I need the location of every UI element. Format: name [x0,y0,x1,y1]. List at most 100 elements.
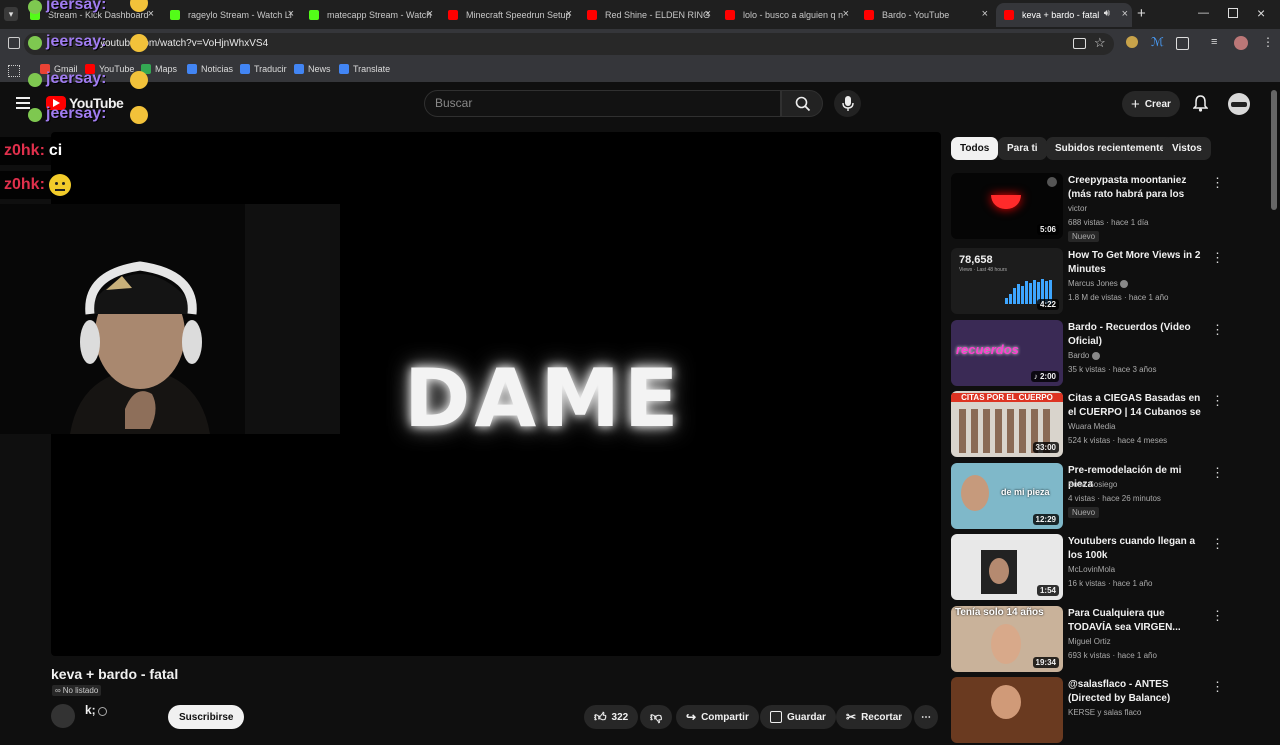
close-tab-icon[interactable]: × [705,8,711,20]
recommended-video[interactable]: de mi pieza 12:29 Pre-remodelación de mi… [951,463,1271,531]
video-thumbnail[interactable]: CITAS POR EL CUERPO 33:00 [951,391,1063,457]
video-thumbnail[interactable]: 1:54 [951,534,1063,600]
video-title[interactable]: Youtubers cuando llegan a los 100k [1068,535,1203,563]
channel-name[interactable]: victor [1068,204,1087,213]
video-thumbnail[interactable]: 78,658 Views · Last 48 hours 4:22 [951,248,1063,314]
notifications-bell-icon[interactable] [1192,95,1209,117]
like-button[interactable]: 👍︎ 322 [584,705,639,729]
chip-subidos-recientemente[interactable]: Subidos recientemente [1046,137,1175,160]
close-tab-icon[interactable]: × [982,8,988,20]
close-tab-icon[interactable]: × [843,8,849,20]
profile-avatar-icon[interactable] [1234,36,1248,50]
more-actions-icon[interactable]: ⋮ [1211,322,1224,338]
save-button[interactable]: Guardar [760,705,836,729]
more-actions-icon[interactable]: ⋮ [1211,679,1224,695]
video-title[interactable]: Creepypasta moontaniez (más rato habrá p… [1068,174,1203,202]
clip-button[interactable]: ✂︎ Recortar [836,705,913,729]
video-thumbnail[interactable]: 5:06 [951,173,1063,239]
new-tab-button[interactable]: + [1137,5,1146,22]
browser-menu-icon[interactable]: ⋮ [1262,35,1274,49]
more-actions-icon[interactable]: ⋮ [1211,175,1224,191]
bookmark-translate[interactable]: Translate [339,64,390,74]
minimize-window-icon[interactable]: — [1198,7,1209,19]
browser-tab[interactable]: Bardo - YouTube × [864,3,992,27]
chip-vistos[interactable]: Vistos [1163,137,1211,160]
video-title[interactable]: How To Get More Views in 2 Minutes [1068,249,1203,277]
bookmark-noticias[interactable]: Noticias [187,64,233,74]
dislike-button[interactable]: 👎︎ [640,705,673,729]
close-tab-icon[interactable]: × [148,8,154,20]
browser-tab[interactable]: lolo - busco a alguien q n × [725,3,853,27]
bookmark-news[interactable]: News [294,64,331,74]
browser-tab[interactable]: Minecraft Speedrun Setup × [448,3,576,27]
close-tab-icon[interactable]: × [1122,8,1128,20]
bookmark-star-icon[interactable]: ☆ [1094,35,1106,51]
media-controls-icon[interactable]: ≡ [1211,36,1217,48]
close-window-icon[interactable]: × [1257,5,1265,21]
recommended-video[interactable]: 78,658 Views · Last 48 hours 4:22 How To… [951,248,1271,316]
channel-avatar[interactable] [51,704,75,728]
recommended-video[interactable]: Tenía solo 14 años 19:34 Para Cualquiera… [951,606,1271,674]
close-tab-icon[interactable]: × [427,8,433,20]
video-meta: 524 k vistas · hace 4 meses [1068,436,1168,445]
more-actions-icon[interactable]: ⋮ [1211,250,1224,266]
video-thumbnail[interactable]: recuerdos ♪ 2:00 [951,320,1063,386]
chip-para-ti[interactable]: Para ti [998,137,1047,160]
recommended-video[interactable]: CITAS POR EL CUERPO 33:00 Citas a CIEGAS… [951,391,1271,459]
close-tab-icon[interactable]: × [288,8,294,20]
video-title[interactable]: Para Cualquiera que TODAVÍA sea VIRGEN..… [1068,607,1203,635]
video-thumbnail[interactable] [951,677,1063,743]
tab-search-chevron-icon[interactable]: ▾ [4,7,18,21]
voice-search-button[interactable] [834,90,861,117]
video-thumbnail[interactable]: Tenía solo 14 años 19:34 [951,606,1063,672]
chat-text: ci [48,142,63,159]
bookmark-maps[interactable]: Maps [141,64,177,74]
browser-tab[interactable]: Red Shine - ELDEN RING × [587,3,715,27]
omnibox[interactable]: youtube.com/watch?v=VoHjnWhxVS4 [24,33,1114,55]
channel-name[interactable]: Miguel Ortiz [1068,637,1111,646]
channel-name[interactable]: Marcus Jones [1068,279,1129,288]
more-actions-icon[interactable]: ⋮ [1211,393,1224,409]
browser-tab[interactable]: rageylo Stream - Watch Li × [170,3,298,27]
video-title[interactable]: Citas a CIEGAS Basadas en el CUERPO | 14… [1068,392,1203,420]
chip-todos[interactable]: Todos [951,137,999,160]
apps-grid-icon[interactable] [8,65,20,77]
video-thumbnail[interactable]: de mi pieza 12:29 [951,463,1063,529]
account-avatar[interactable] [1228,93,1250,115]
recommended-video[interactable]: 5:06 Creepypasta moontaniez (más rato ha… [951,173,1271,242]
tab-audio-icon[interactable]: 🔊︎ [1104,8,1110,19]
more-video-actions-button[interactable]: ⋯ [914,705,938,729]
browser-tab-active[interactable]: keva + bardo - fatal 🔊︎ × [996,3,1132,27]
channel-name[interactable]: Sosa Sosiego [1068,480,1117,489]
recommended-video[interactable]: recuerdos ♪ 2:00 Bardo - Recuerdos (Vide… [951,320,1271,388]
video-title[interactable]: @salasflaco - ANTES (Directed by Balance… [1068,678,1203,706]
channel-name[interactable]: KERSE y salas flaco [1068,708,1141,717]
maximize-window-icon[interactable] [1228,8,1238,18]
create-button[interactable]: + Crear [1122,91,1180,117]
extensions-puzzle-icon[interactable] [1176,37,1189,50]
browser-tab[interactable]: matecapp Stream - Watch × [309,3,437,27]
channel-name[interactable]: Bardo [1068,351,1100,360]
watch-later-icon[interactable] [1047,177,1057,187]
channel-name[interactable]: k; [85,703,96,717]
extension-icon[interactable]: ℳ [1151,35,1164,49]
video-title[interactable]: Bardo - Recuerdos (Video Oficial) [1068,321,1203,349]
search-button[interactable] [781,90,823,117]
channel-name[interactable]: McLovinMola [1068,565,1115,574]
more-actions-icon[interactable]: ⋮ [1211,536,1224,552]
hamburger-menu-icon[interactable] [16,97,30,109]
install-app-icon[interactable] [1073,38,1086,49]
site-info-icon[interactable] [8,37,20,49]
subscribe-button[interactable]: Suscribirse [168,705,245,729]
close-tab-icon[interactable]: × [566,8,572,20]
bookmark-traducir[interactable]: Traducir [240,64,287,74]
more-actions-icon[interactable]: ⋮ [1211,465,1224,481]
extension-icon[interactable] [1126,36,1138,48]
channel-name[interactable]: Wuara Media [1068,422,1115,431]
more-actions-icon[interactable]: ⋮ [1211,608,1224,624]
share-button[interactable]: ↪ Compartir [676,705,759,729]
search-input[interactable]: Buscar [424,90,781,117]
recommended-video[interactable]: @salasflaco - ANTES (Directed by Balance… [951,677,1271,745]
recommended-video[interactable]: 1:54 Youtubers cuando llegan a los 100k … [951,534,1271,602]
page-scrollbar[interactable] [1271,90,1277,210]
